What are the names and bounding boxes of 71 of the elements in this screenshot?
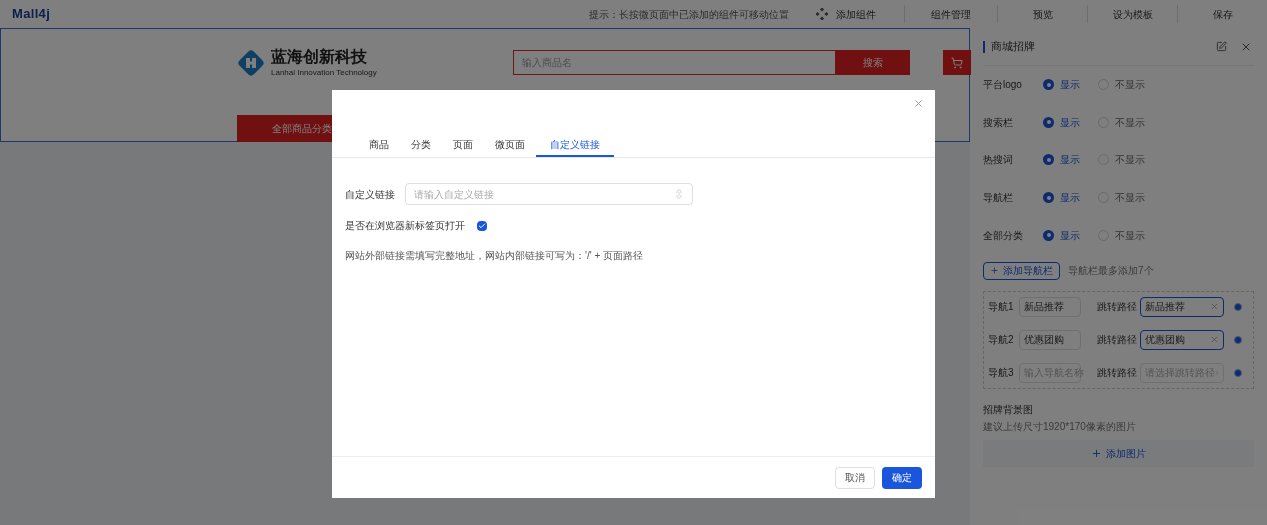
brand-subtitle: Lanhai Innovation Technology bbox=[271, 67, 377, 79]
clear-icon[interactable] bbox=[1210, 302, 1219, 312]
path-label: 跳转路径 bbox=[1097, 333, 1137, 348]
radio[interactable] bbox=[1043, 79, 1054, 91]
tab[interactable]: 页面 bbox=[442, 133, 484, 157]
link-icon bbox=[674, 189, 684, 199]
tab[interactable]: 自定义链接 bbox=[536, 133, 614, 157]
text-field[interactable]: 优惠团购 bbox=[1019, 329, 1081, 350]
plus-icon bbox=[1091, 447, 1102, 459]
panel-title: 商城招牌 bbox=[991, 39, 1036, 55]
add-image-button[interactable]: 添加图片 bbox=[983, 439, 1254, 467]
add-nav-button[interactable]: 添加导航栏 bbox=[983, 261, 1060, 280]
close-icon[interactable] bbox=[913, 98, 924, 109]
radio-label: 不显示 bbox=[1115, 115, 1145, 130]
cart-icon bbox=[951, 56, 963, 69]
path-label: 跳转路径 bbox=[1097, 366, 1137, 381]
field-value: 新品推荐 bbox=[1145, 300, 1186, 315]
text-field[interactable]: 新品推荐 bbox=[1140, 296, 1224, 317]
radio-label: 不显示 bbox=[1115, 78, 1145, 93]
diamond-grid-icon bbox=[816, 8, 828, 20]
plus-icon bbox=[990, 266, 999, 276]
link-field[interactable]: 请输入自定义链接 bbox=[405, 183, 693, 205]
toolbar-button[interactable]: 设为模板 bbox=[1087, 5, 1177, 23]
setting-label: 全部分类 bbox=[983, 228, 1024, 243]
radio-label: 显示 bbox=[1060, 228, 1080, 243]
field-value: 优惠团购 bbox=[1024, 333, 1065, 348]
checkbox-label: 是否在浏览器新标签页打开 bbox=[345, 219, 465, 233]
field-value: 优惠团购 bbox=[1145, 333, 1186, 348]
search-button[interactable]: 搜索 bbox=[836, 50, 910, 75]
radio-label: 显示 bbox=[1060, 153, 1080, 168]
radio[interactable] bbox=[1043, 229, 1054, 241]
checkbox[interactable] bbox=[477, 220, 487, 231]
toolbar-button[interactable]: 预览 bbox=[997, 5, 1087, 23]
radio-label: 显示 bbox=[1060, 115, 1080, 130]
field-label: 自定义链接 bbox=[345, 187, 396, 202]
radio-label: 显示 bbox=[1060, 78, 1080, 93]
radio-label: 不显示 bbox=[1115, 191, 1145, 206]
confirm-button[interactable]: 确定 bbox=[882, 466, 922, 489]
tab[interactable]: 微页面 bbox=[484, 133, 536, 157]
setting-label: 搜索栏 bbox=[983, 115, 1014, 130]
brand-name: 蓝海创新科技 bbox=[271, 47, 368, 67]
radio-label: 显示 bbox=[1060, 191, 1080, 206]
tip-text: 提示：长按微页面中已添加的组件可移动位置 bbox=[589, 7, 789, 22]
hint-text: 网站外部链接需填写完整地址，网站内部链接可写为：'/' + 页面路径 bbox=[344, 249, 644, 263]
nav-label: 导航3 bbox=[988, 366, 1015, 381]
edit-icon[interactable] bbox=[1216, 41, 1227, 52]
add-component-button[interactable]: 添加组件 bbox=[816, 6, 876, 22]
logo: Mall4j bbox=[12, 5, 51, 24]
text-field[interactable]: 新品推荐 bbox=[1019, 296, 1081, 317]
radio-label: 不显示 bbox=[1115, 228, 1145, 243]
radio[interactable] bbox=[1043, 116, 1054, 128]
nav-label: 导航2 bbox=[988, 333, 1015, 348]
section-title: 招牌背景图 bbox=[983, 402, 1034, 417]
radio[interactable] bbox=[1043, 192, 1054, 204]
cancel-button[interactable]: 取消 bbox=[835, 466, 875, 489]
nav-label: 导航1 bbox=[988, 300, 1015, 315]
setting-label: 热搜词 bbox=[983, 153, 1014, 168]
field-placeholder: 请输入自定义链接 bbox=[414, 187, 495, 202]
radio-label: 不显示 bbox=[1115, 153, 1145, 168]
radio[interactable] bbox=[1043, 154, 1054, 166]
field-value: 新品推荐 bbox=[1024, 300, 1065, 315]
title-bar-accent bbox=[983, 40, 985, 53]
toolbar-button[interactable]: 组件管理 bbox=[904, 5, 997, 23]
cart-button[interactable] bbox=[943, 50, 971, 75]
toolbar-button[interactable]: 保存 bbox=[1177, 5, 1267, 23]
path-label: 跳转路径 bbox=[1097, 300, 1137, 315]
setting-label: 平台logo bbox=[983, 78, 1023, 93]
text-field[interactable]: 优惠团购 bbox=[1140, 329, 1224, 350]
clear-icon[interactable] bbox=[1210, 335, 1219, 345]
tab[interactable]: 分类 bbox=[400, 133, 442, 157]
setting-label: 导航栏 bbox=[983, 191, 1014, 206]
